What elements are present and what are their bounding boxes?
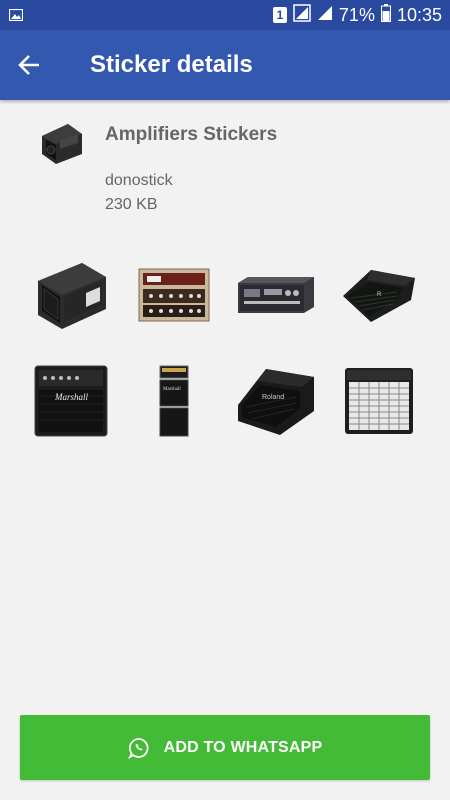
- status-bar: 1 71% 10:35: [0, 0, 450, 30]
- back-button[interactable]: [14, 50, 44, 80]
- sim-slot-badge: 1: [272, 7, 287, 23]
- pack-size: 230 KB: [105, 196, 158, 213]
- add-button-label: ADD TO WHATSAPP: [163, 738, 323, 756]
- sticker-monitor-wedge[interactable]: R: [328, 250, 431, 340]
- sticker-grille-combo[interactable]: [328, 356, 431, 446]
- battery-icon: [380, 3, 391, 27]
- svg-text:R: R: [377, 292, 382, 298]
- network-icon: [293, 3, 311, 27]
- sticker-tube-head-vintage[interactable]: [123, 250, 226, 340]
- sticker-mini-stack[interactable]: Marshall: [123, 356, 226, 446]
- pack-header: Amplifiers Stickers donostick 230 KB: [0, 100, 450, 230]
- battery-percent: 71%: [338, 4, 375, 25]
- signal-icon: [317, 5, 333, 26]
- arrow-back-icon: [18, 55, 39, 75]
- sticker-grid: R Marshall Marshall Roland: [20, 250, 430, 446]
- whatsapp-icon: [127, 737, 149, 759]
- sticker-combo-amp-angled[interactable]: [20, 250, 123, 340]
- pack-name: Amplifiers Stickers: [105, 124, 278, 145]
- svg-text:Marshall: Marshall: [163, 387, 181, 392]
- pack-publisher: donostick: [105, 172, 173, 189]
- sticker-rack-amplifier[interactable]: [225, 250, 328, 340]
- page-title: Sticker details: [90, 51, 253, 78]
- app-bar: Sticker details: [0, 30, 450, 100]
- svg-text:Roland: Roland: [262, 394, 284, 401]
- sticker-wedge-amp-large[interactable]: Roland: [225, 356, 328, 446]
- svg-text:Marshall: Marshall: [54, 392, 89, 402]
- clock: 10:35: [396, 4, 442, 25]
- gallery-notification-icon: [8, 8, 24, 22]
- sticker-marshall-combo[interactable]: Marshall: [20, 356, 123, 446]
- tray-icon: [38, 120, 86, 166]
- add-to-whatsapp-button[interactable]: ADD TO WHATSAPP: [20, 715, 430, 780]
